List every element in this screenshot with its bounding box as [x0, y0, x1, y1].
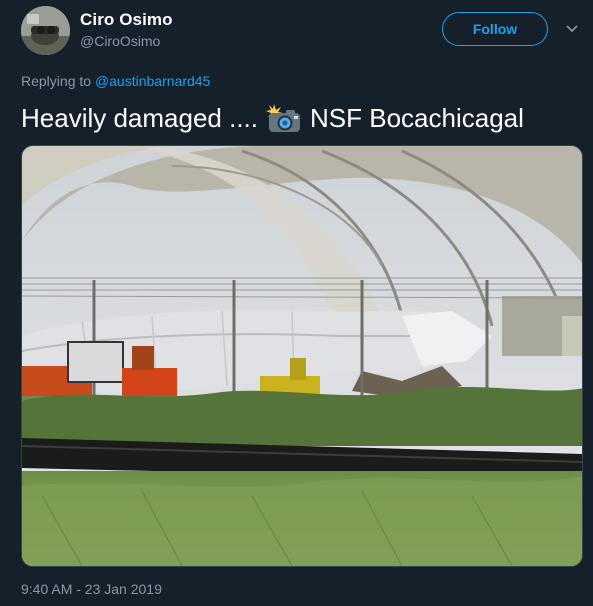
- follow-button[interactable]: Follow: [442, 12, 548, 46]
- tweet-timestamp[interactable]: 9:40 AM - 23 Jan 2019: [21, 581, 162, 597]
- avatar[interactable]: [21, 6, 70, 55]
- tweet-text: Heavily damaged .... NSF Bocachicagal: [21, 102, 524, 134]
- chevron-down-icon[interactable]: [563, 20, 581, 38]
- user-handle[interactable]: @CiroOsimo: [80, 33, 160, 49]
- camera-with-flash-icon: [266, 102, 302, 134]
- user-display-name[interactable]: Ciro Osimo: [80, 10, 173, 30]
- tweet-header: Ciro Osimo @CiroOsimo Follow: [0, 0, 593, 70]
- replying-to-label: Replying to: [21, 73, 92, 89]
- tweet-photo[interactable]: [21, 145, 583, 567]
- tweet-text-part-1: Heavily damaged ....: [21, 102, 259, 133]
- reply-mention-link[interactable]: @austinbarnard45: [95, 73, 210, 89]
- replying-to: Replying to @austinbarnard45: [21, 73, 210, 89]
- tweet-text-part-2: NSF Bocachicagal: [310, 102, 524, 133]
